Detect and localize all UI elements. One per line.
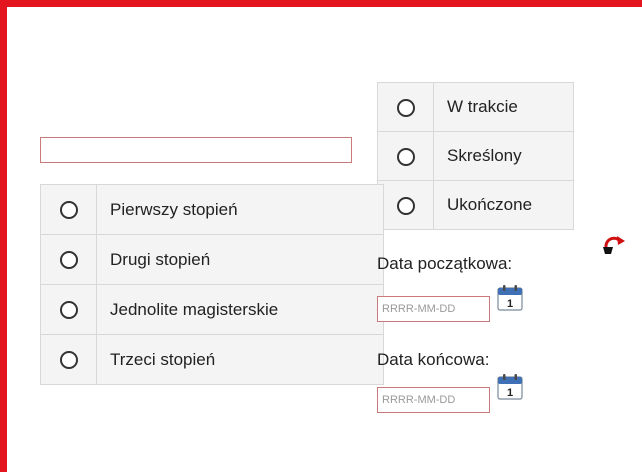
- degree-option-label: Trzeci stopień: [96, 334, 384, 385]
- status-option[interactable]: Skreślony: [377, 131, 574, 181]
- calendar-day-number: 1: [507, 298, 513, 310]
- start-date-label: Data początkowa:: [377, 254, 513, 273]
- degree-option[interactable]: Pierwszy stopień: [40, 184, 384, 235]
- degree-option-label: Pierwszy stopień: [96, 184, 384, 235]
- radio-button[interactable]: [59, 201, 78, 220]
- degree-option-label: Jednolite magisterskie: [96, 284, 384, 335]
- status-option[interactable]: Ukończone: [377, 180, 574, 230]
- calendar-icon[interactable]: 1: [496, 284, 524, 312]
- radio-button[interactable]: [59, 301, 78, 320]
- radio-button[interactable]: [396, 147, 415, 166]
- end-date-label: Data końcowa:: [377, 350, 490, 369]
- status-option[interactable]: W trakcie: [377, 82, 574, 132]
- status-option-label: Ukończone: [433, 180, 574, 230]
- radio-button[interactable]: [59, 251, 78, 270]
- degree-option[interactable]: Jednolite magisterskie: [40, 284, 384, 335]
- degree-option[interactable]: Drugi stopień: [40, 234, 384, 285]
- degree-option-label: Drugi stopień: [96, 234, 384, 285]
- end-date-input[interactable]: [377, 387, 490, 413]
- start-date-input[interactable]: [377, 296, 490, 322]
- status-option-label: W trakcie: [433, 82, 574, 132]
- degree-options-table: Pierwszy stopień Drugi stopień Jednolite…: [40, 184, 384, 385]
- radio-button[interactable]: [396, 98, 415, 117]
- status-option-label: Skreślony: [433, 131, 574, 181]
- undo-arrow-icon[interactable]: [601, 232, 627, 258]
- filter-panel: W trakcie Skreślony Ukończone Pierwszy s…: [0, 0, 642, 472]
- status-options-table: W trakcie Skreślony Ukończone: [377, 82, 574, 230]
- degree-option[interactable]: Trzeci stopień: [40, 334, 384, 385]
- search-input[interactable]: [40, 137, 352, 163]
- calendar-icon[interactable]: 1: [496, 373, 524, 401]
- calendar-day-number: 1: [507, 387, 513, 399]
- radio-button[interactable]: [59, 351, 78, 370]
- radio-button[interactable]: [396, 196, 415, 215]
